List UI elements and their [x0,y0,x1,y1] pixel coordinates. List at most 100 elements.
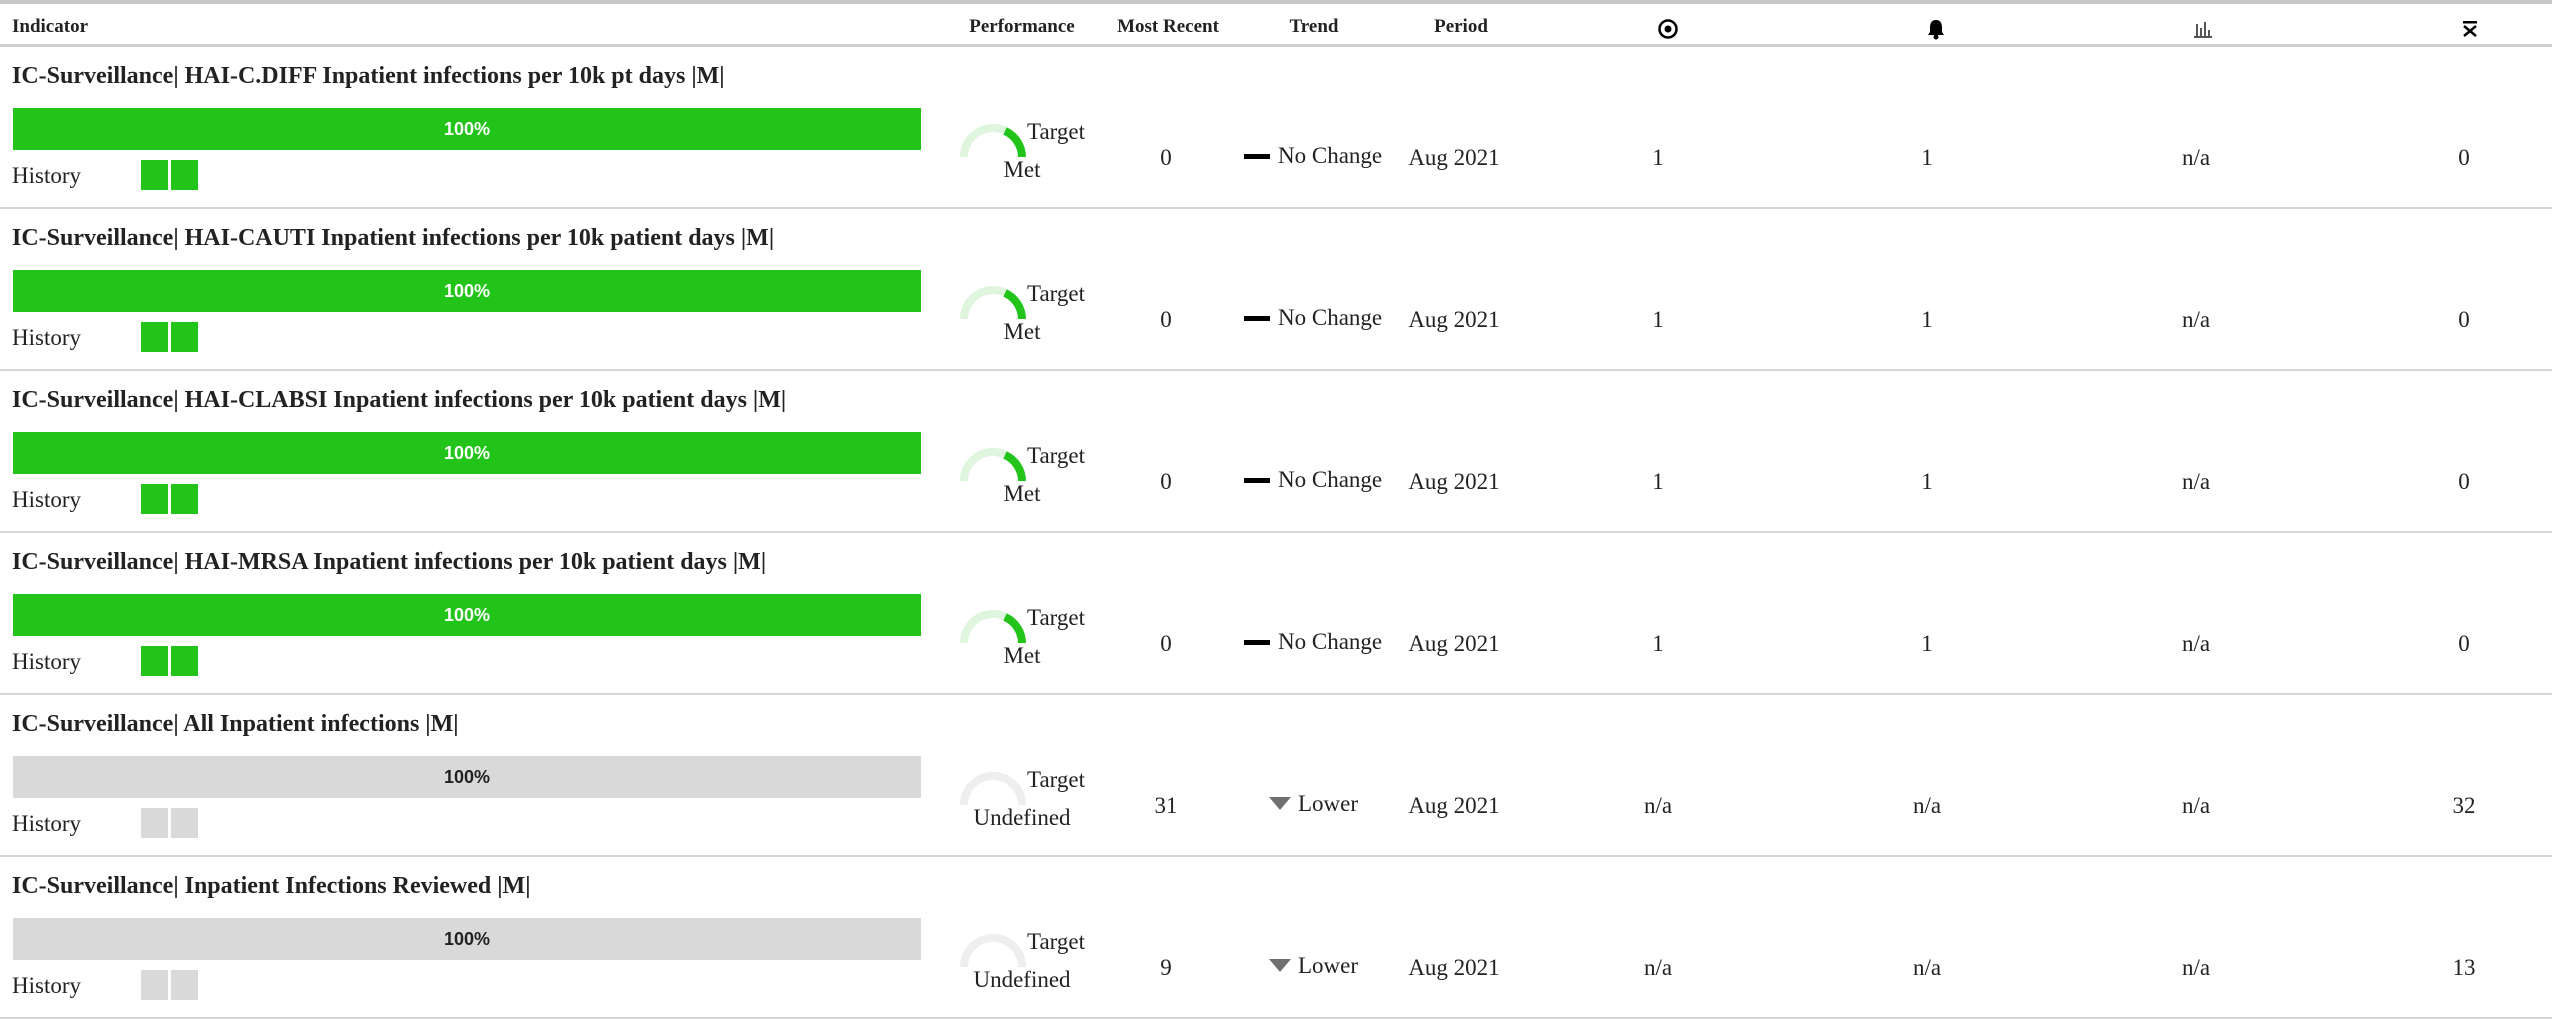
last-value: 0 [2458,145,2470,170]
period-value: Aug 2021 [1408,469,1500,494]
period-value: Aug 2021 [1408,793,1500,818]
dash-icon [1244,477,1270,483]
most-recent-value: 0 [1160,631,1172,656]
dash-icon [1244,153,1270,159]
history-label: History [12,487,81,512]
performance-label: Target [1027,281,1085,306]
bell-icon[interactable] [1926,18,1946,45]
last-value: 0 [2458,307,2470,332]
trend-label: Lower [1298,791,1359,816]
trend-label: No Change [1278,143,1383,168]
performance-status: Undefined [973,805,1071,830]
history-period-box[interactable] [171,970,198,1000]
most-recent-value: 9 [1160,955,1172,980]
progress-label: 100% [443,767,491,787]
progress-bar: 100% [13,594,921,636]
progress-bar: 100% [13,270,921,312]
performance-status: Met [1003,157,1041,182]
indicator-table-body: IC-Surveillance| HAI-C.DIFF Inpatient in… [0,47,2552,1019]
progress-label: 100% [443,605,491,625]
indicator-title[interactable]: IC-Surveillance| HAI-MRSA Inpatient infe… [12,549,766,576]
history-label: History [12,973,81,998]
most-recent-value: 0 [1160,145,1172,170]
most-recent-value: 0 [1160,469,1172,494]
period-value: Aug 2021 [1408,955,1500,980]
target-value: n/a [1643,955,1673,980]
performance-status: Undefined [973,967,1071,992]
performance-label: Target [1027,443,1085,468]
down-arrow-icon [1268,791,1292,817]
dash-icon [1244,639,1270,645]
history-period-box[interactable] [141,808,168,838]
indicator-row[interactable]: IC-Surveillance| HAI-CAUTI Inpatient inf… [0,209,2552,371]
header-trend[interactable]: Trend [1290,16,1339,38]
target-value: 1 [1652,631,1664,656]
progress-label: 100% [443,929,491,949]
history-period-box[interactable] [141,484,168,514]
performance-label: Target [1027,929,1085,954]
history-period-box[interactable] [171,808,198,838]
trend-label: No Change [1278,305,1383,330]
progress-bar: 100% [13,108,921,150]
history-period-box[interactable] [171,646,198,676]
header-most-recent[interactable]: Most Recent [1117,16,1219,38]
trend: No Change [1244,305,1382,331]
header-period[interactable]: Period [1434,16,1488,38]
indicator-title[interactable]: IC-Surveillance| All Inpatient infection… [12,711,459,738]
target-value: n/a [1643,793,1673,818]
last-value: 32 [2452,793,2476,818]
chart-value: n/a [2181,145,2211,170]
history-period-box[interactable] [141,970,168,1000]
history-period-box[interactable] [171,484,198,514]
history-period-box[interactable] [141,646,168,676]
chart-value: n/a [2181,307,2211,332]
indicator-row[interactable]: IC-Surveillance| HAI-CLABSI Inpatient in… [0,371,2552,533]
target-icon[interactable] [1657,18,1679,45]
indicator-title[interactable]: IC-Surveillance| HAI-CAUTI Inpatient inf… [12,225,774,252]
header-indicator[interactable]: Indicator [12,16,88,38]
history-label: History [12,811,81,836]
progress-label: 100% [443,281,491,301]
trend-label: No Change [1278,629,1383,654]
last-value: 0 [2458,631,2470,656]
alert-value: 1 [1921,145,1933,170]
performance-label: Target [1027,119,1085,144]
trend-label: No Change [1278,467,1383,492]
performance-status: Met [1003,643,1041,668]
performance-status: Met [1003,481,1041,506]
progress-label: 100% [443,119,491,139]
collapse-icon[interactable] [2461,18,2479,45]
history-period-box[interactable] [171,160,198,190]
history-period-box[interactable] [141,160,168,190]
alert-value: 1 [1921,307,1933,332]
indicator-title[interactable]: IC-Surveillance| HAI-C.DIFF Inpatient in… [12,63,725,90]
history-label: History [12,649,81,674]
alert-value: 1 [1921,469,1933,494]
alert-value: 1 [1921,631,1933,656]
history-period-box[interactable] [141,322,168,352]
alert-value: n/a [1912,793,1942,818]
indicator-row[interactable]: IC-Surveillance| Inpatient Infections Re… [0,857,2552,1019]
indicator-row[interactable]: IC-Surveillance| All Inpatient infection… [0,695,2552,857]
alert-value: n/a [1912,955,1942,980]
header-performance[interactable]: Performance [969,16,1075,38]
last-value: 0 [2458,469,2470,494]
chart-value: n/a [2181,955,2211,980]
indicator-row[interactable]: IC-Surveillance| HAI-C.DIFF Inpatient in… [0,47,2552,209]
history-period-box[interactable] [171,322,198,352]
target-value: 1 [1652,145,1664,170]
progress-bar: 100% [13,432,921,474]
indicator-title[interactable]: IC-Surveillance| HAI-CLABSI Inpatient in… [12,387,786,414]
bar-chart-icon[interactable] [2193,18,2213,45]
indicator-row[interactable]: IC-Surveillance| HAI-MRSA Inpatient infe… [0,533,2552,695]
progress-bar: 100% [13,918,921,960]
trend: Lower [1244,791,1358,817]
target-value: 1 [1652,307,1664,332]
performance-label: Target [1027,767,1085,792]
chart-value: n/a [2181,631,2211,656]
dash-icon [1244,315,1270,321]
period-value: Aug 2021 [1408,631,1500,656]
chart-value: n/a [2181,793,2211,818]
indicator-title[interactable]: IC-Surveillance| Inpatient Infections Re… [12,873,530,900]
trend: Lower [1244,953,1358,979]
